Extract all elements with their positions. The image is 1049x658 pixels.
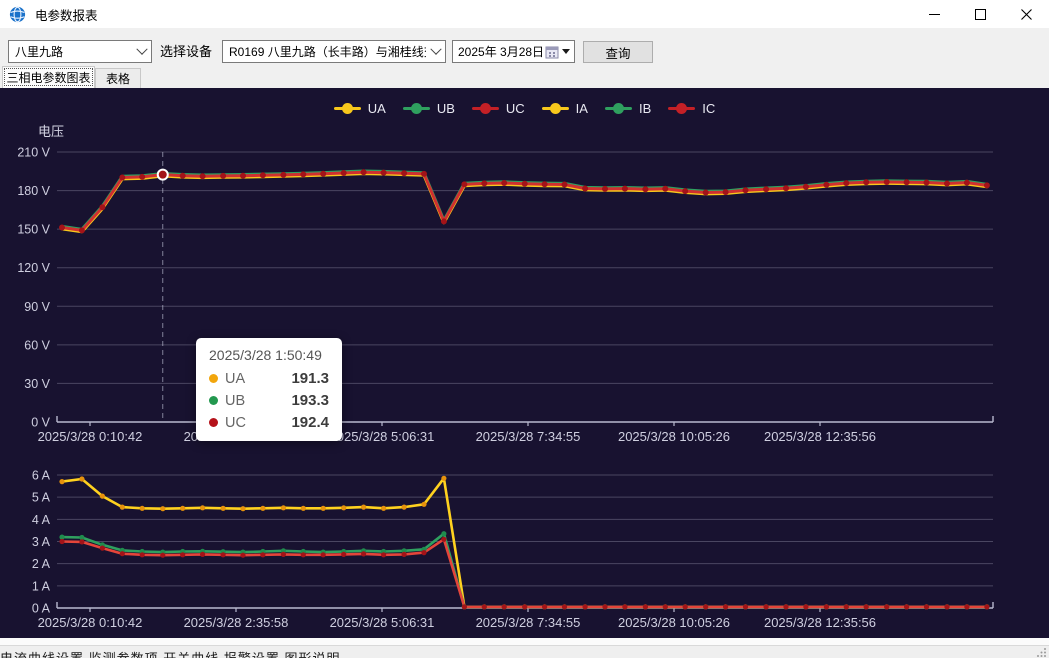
svg-text:120 V: 120 V [17, 261, 50, 275]
chart-tooltip: 2025/3/28 1:50:49 UA191.3 UB193.3 UC192.4 [196, 338, 342, 441]
legend-item-ic[interactable]: IC [668, 101, 715, 116]
legend-marker-icon [472, 103, 499, 114]
legend-item-ib[interactable]: IB [605, 101, 651, 116]
svg-text:150 V: 150 V [17, 223, 50, 237]
svg-text:2025/3/28 2:35:58: 2025/3/28 2:35:58 [184, 615, 289, 630]
tab-three-phase-chart[interactable]: 三相电参数图表 [2, 66, 95, 88]
svg-text:210 V: 210 V [17, 146, 50, 160]
line-select[interactable]: 八里九路 [8, 40, 152, 63]
tab-strip: 三相电参数图表 表格 [0, 66, 1049, 88]
series-ub [62, 171, 987, 229]
device-select-label: 选择设备 [160, 41, 212, 60]
title-bar: 电参数报表 [0, 0, 1049, 28]
date-picker[interactable]: 2025年 3月28日 [452, 40, 575, 63]
device-select-value: R0169 八里九路（长丰路）与湘桂线交 [229, 43, 426, 60]
query-button[interactable]: 查询 [583, 41, 653, 63]
close-button[interactable] [1003, 0, 1049, 28]
series-ib [62, 534, 987, 607]
close-icon [1021, 9, 1032, 20]
background-window-clipped-text: 电流曲线设置 监测参数项 开关曲线 报警设置 图形说明 [0, 648, 340, 658]
svg-text:4 A: 4 A [32, 513, 51, 527]
svg-text:2025/3/28 0:10:42: 2025/3/28 0:10:42 [38, 429, 143, 444]
device-select[interactable]: R0169 八里九路（长丰路）与湘桂线交 [222, 40, 446, 63]
svg-text:2025/3/28 0:10:42: 2025/3/28 0:10:42 [38, 615, 143, 630]
chart-legend: UA UB UC IA IB IC [0, 101, 1049, 116]
hover-highlight-point [158, 170, 168, 180]
legend-item-ua[interactable]: UA [334, 101, 386, 116]
maximize-icon [975, 9, 986, 20]
series-ic [62, 539, 987, 607]
svg-text:2025/3/28 10:05:26: 2025/3/28 10:05:26 [618, 615, 730, 630]
voltage-chart-title: 电压 [38, 121, 64, 140]
app-logo-icon [9, 6, 26, 23]
svg-text:2025/3/28 7:34:55: 2025/3/28 7:34:55 [476, 615, 581, 630]
svg-text:2025/3/28 7:34:55: 2025/3/28 7:34:55 [476, 429, 581, 444]
svg-text:180 V: 180 V [17, 184, 50, 198]
tooltip-row-ub: UB193.3 [209, 392, 329, 409]
legend-marker-icon [403, 103, 430, 114]
minimize-button[interactable] [911, 0, 957, 28]
svg-text:2 A: 2 A [32, 557, 51, 571]
legend-marker-icon [542, 103, 569, 114]
svg-text:2025/3/28 5:06:31: 2025/3/28 5:06:31 [330, 429, 435, 444]
svg-text:90 V: 90 V [24, 300, 50, 314]
svg-text:0 A: 0 A [32, 602, 51, 616]
background-window-strip: 电流曲线设置 监测参数项 开关曲线 报警设置 图形说明 [0, 646, 1049, 658]
chart-panel: UAUBUCIAIBIC 电压 210 V180 V150 V120 V90 V… [0, 88, 1049, 638]
svg-text:1 A: 1 A [32, 579, 51, 593]
window-title: 电参数报表 [35, 5, 98, 24]
svg-text:0 V: 0 V [31, 416, 50, 430]
date-picker-value: 2025年 3月28日 [458, 43, 545, 60]
svg-text:3 A: 3 A [32, 535, 51, 549]
svg-text:5 A: 5 A [32, 491, 51, 505]
tab-table[interactable]: 表格 [95, 68, 141, 88]
svg-text:30 V: 30 V [24, 377, 50, 391]
calendar-icon [545, 45, 559, 59]
tooltip-timestamp: 2025/3/28 1:50:49 [209, 347, 329, 363]
legend-marker-icon [334, 103, 361, 114]
minimize-icon [929, 14, 940, 15]
charts-svg[interactable]: 210 V180 V150 V120 V90 V60 V30 V0 V2025/… [0, 88, 1049, 638]
svg-text:2025/3/28 12:35:56: 2025/3/28 12:35:56 [764, 615, 876, 630]
legend-marker-icon [605, 103, 632, 114]
tooltip-row-uc: UC192.4 [209, 414, 329, 431]
svg-text:6 A: 6 A [32, 469, 51, 483]
toolbar: 八里九路 选择设备 R0169 八里九路（长丰路）与湘桂线交 2025年 3月2… [0, 28, 1049, 66]
svg-text:2025/3/28 12:35:56: 2025/3/28 12:35:56 [764, 429, 876, 444]
chevron-down-icon [430, 43, 441, 54]
svg-text:60 V: 60 V [24, 338, 50, 352]
chevron-down-icon [136, 43, 147, 54]
legend-item-uc[interactable]: UC [472, 101, 525, 116]
dropdown-arrow-icon [562, 49, 570, 54]
app-window: 电参数报表 八里九路 选择设备 R0169 八里九路（长丰路）与湘桂线交 202… [0, 0, 1049, 658]
resize-grip-icon[interactable] [1037, 647, 1047, 657]
svg-text:2025/3/28 5:06:31: 2025/3/28 5:06:31 [330, 615, 435, 630]
legend-item-ub[interactable]: UB [403, 101, 455, 116]
window-bottom-border [0, 638, 1049, 646]
tooltip-row-ua: UA191.3 [209, 370, 329, 387]
legend-item-ia[interactable]: IA [542, 101, 588, 116]
svg-text:2025/3/28 10:05:26: 2025/3/28 10:05:26 [618, 429, 730, 444]
current-chart: 6 A 5 A 4 A 3 A 2 A 1 A 0 A2025/3/28 0:10:42 20… [32, 469, 993, 631]
maximize-button[interactable] [957, 0, 1003, 28]
line-select-value: 八里九路 [15, 43, 63, 60]
legend-marker-icon [668, 103, 695, 114]
voltage-chart: 210 V180 V150 V120 V90 V60 V30 V0 V2025/… [17, 146, 993, 445]
